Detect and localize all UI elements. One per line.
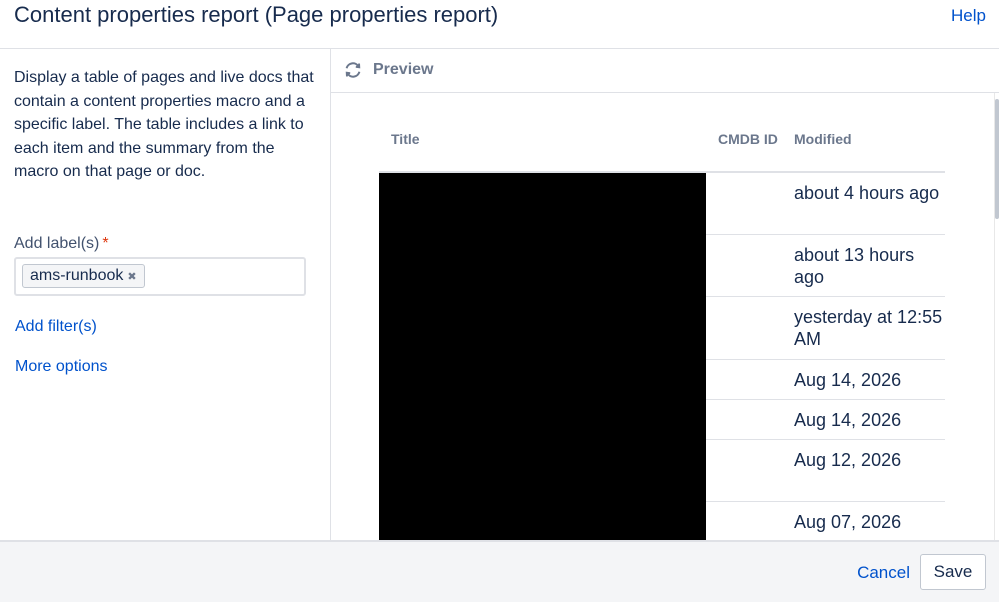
preview-table: Title CMDB ID Modified about 4 hours ago… [379, 119, 945, 540]
cancel-button[interactable]: Cancel [857, 563, 910, 583]
redacted-title-cell [379, 359, 706, 400]
modified-cell: Aug 14, 2026 [782, 399, 945, 440]
scrollbar-thumb[interactable] [995, 99, 999, 219]
modified-cell: Aug 14, 2026 [782, 359, 945, 400]
table-row: Aug 14, 2026 [379, 359, 945, 400]
table-row: yesterday at 12:55 AM [379, 296, 945, 360]
preview-scrollbar[interactable] [994, 93, 999, 540]
redacted-title-cell [379, 234, 706, 297]
add-filters-link[interactable]: Add filter(s) [15, 318, 97, 336]
dialog-footer: Cancel Save [0, 540, 999, 602]
help-link[interactable]: Help [951, 6, 986, 26]
cmdb-id-cell [706, 399, 782, 440]
cmdb-id-cell [706, 359, 782, 400]
modified-cell: Aug 12, 2026 [782, 439, 945, 502]
labels-input[interactable]: ams-runbook ✖ [14, 257, 306, 296]
cmdb-id-cell [706, 234, 782, 297]
modified-cell: about 4 hours ago [782, 172, 945, 235]
modified-cell: yesterday at 12:55 AM [782, 296, 945, 360]
table-row: Aug 07, 2026 [379, 501, 945, 540]
more-options-link[interactable]: More options [15, 358, 108, 376]
dialog-header: Content properties report (Page properti… [0, 0, 999, 49]
required-marker: * [102, 235, 109, 252]
column-header-modified: Modified [782, 119, 945, 173]
table-row: Aug 12, 2026 [379, 439, 945, 502]
preview-header: Preview [331, 49, 999, 93]
preview-title: Preview [373, 61, 434, 78]
macro-description: Display a table of pages and live docs t… [14, 69, 314, 180]
table-row: about 4 hours ago [379, 172, 945, 235]
label-tag: ams-runbook ✖ [22, 264, 145, 288]
dialog-title: Content properties report (Page properti… [14, 2, 499, 27]
modified-cell: Aug 07, 2026 [782, 501, 945, 540]
refresh-icon[interactable] [343, 60, 363, 80]
redacted-title-cell [379, 399, 706, 440]
redacted-title-cell [379, 439, 706, 502]
cmdb-id-cell [706, 439, 782, 502]
preview-area[interactable]: Title CMDB ID Modified about 4 hours ago… [331, 93, 999, 540]
redacted-title-cell [379, 172, 706, 235]
redacted-title-cell [379, 501, 706, 540]
remove-label-icon[interactable]: ✖ [127, 271, 136, 283]
column-header-title: Title [379, 119, 706, 173]
cmdb-id-cell [706, 501, 782, 540]
save-button[interactable]: Save [920, 554, 986, 590]
macro-settings-panel: Display a table of pages and live docs t… [0, 49, 331, 540]
table-row: about 13 hours ago [379, 234, 945, 297]
table-row: Aug 14, 2026 [379, 399, 945, 440]
modified-cell: about 13 hours ago [782, 234, 945, 297]
label-tag-text: ams-runbook [30, 267, 124, 284]
column-header-cmdb-id: CMDB ID [706, 119, 782, 173]
add-labels-label-text: Add label(s) [14, 235, 100, 252]
redacted-title-cell [379, 296, 706, 360]
cmdb-id-cell [706, 172, 782, 235]
cmdb-id-cell [706, 296, 782, 360]
table-header-row: Title CMDB ID Modified [379, 119, 945, 173]
add-labels-field-label: Add label(s) * [14, 235, 109, 253]
